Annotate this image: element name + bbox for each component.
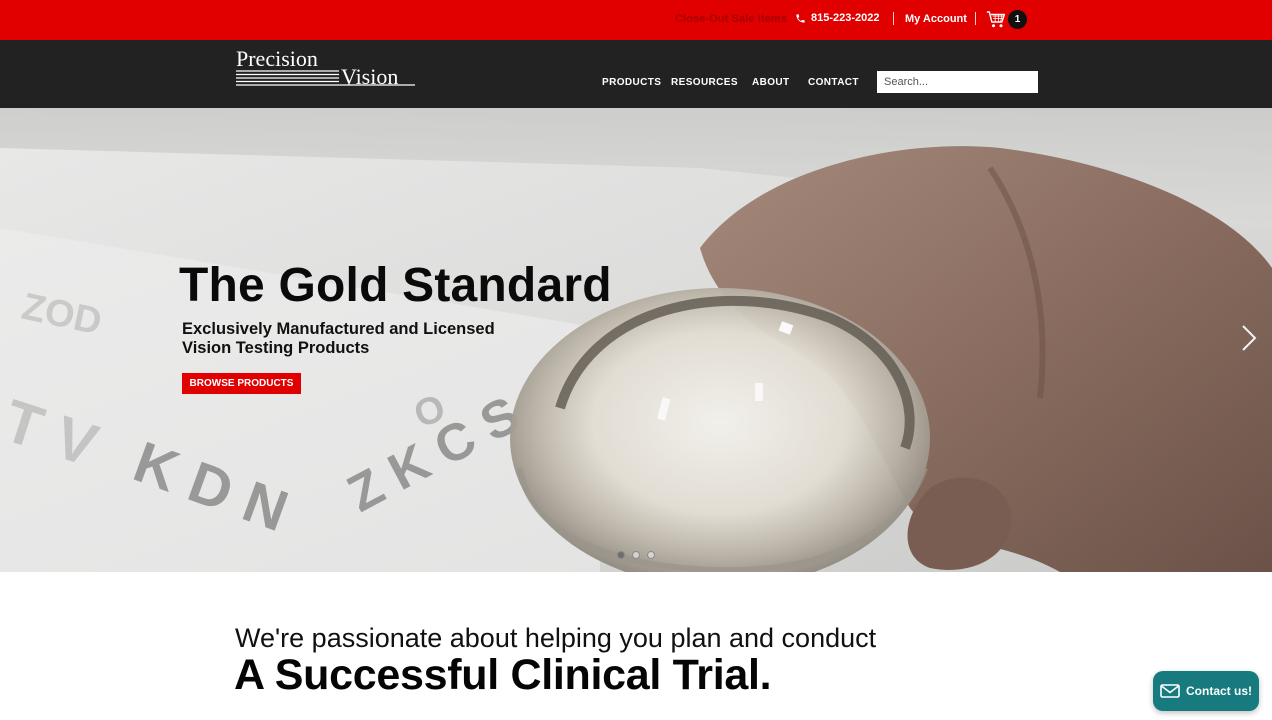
intro-headline: A Successful Clinical Trial. bbox=[234, 651, 772, 699]
nav-products[interactable]: PRODUCTS bbox=[602, 77, 661, 88]
nav-contact[interactable]: CONTACT bbox=[808, 77, 859, 88]
carousel-dot-1[interactable] bbox=[617, 551, 625, 559]
phone-number: 815-223-2022 bbox=[811, 12, 880, 24]
nav-about[interactable]: ABOUT bbox=[752, 77, 790, 88]
hero-title: The Gold Standard bbox=[179, 259, 612, 312]
phone-icon bbox=[796, 13, 805, 23]
hero-subtitle-line-1: Exclusively Manufactured and Licensed bbox=[182, 320, 495, 338]
chevron-right-icon[interactable] bbox=[1240, 324, 1258, 352]
svg-text:Precision: Precision bbox=[236, 47, 318, 71]
hero-subtitle: Exclusively Manufactured and Licensed Vi… bbox=[182, 320, 522, 358]
envelope-icon bbox=[1160, 684, 1180, 698]
phone-link[interactable]: 815-223-2022 bbox=[795, 12, 880, 24]
browse-products-button[interactable]: BROWSE PRODUCTS bbox=[182, 373, 301, 394]
hero-carousel: ZOD T V K D N Z K C S O The Gold Standar… bbox=[0, 108, 1272, 572]
hero-subtitle-line-2: Vision Testing Products bbox=[182, 339, 370, 357]
close-out-sale-link[interactable]: Close-Out Sale Items bbox=[675, 13, 787, 25]
my-account-link[interactable]: My Account bbox=[905, 13, 967, 25]
main-navigation: Precision Vision PRODUCTS RESOURCES ABOU… bbox=[0, 40, 1272, 108]
search-input[interactable] bbox=[877, 71, 1038, 93]
carousel-dots bbox=[617, 551, 655, 559]
divider bbox=[975, 12, 976, 25]
carousel-dot-3[interactable] bbox=[647, 551, 655, 559]
contact-us-button[interactable]: Contact us! bbox=[1153, 671, 1259, 711]
utility-bar: Close-Out Sale Items 815-223-2022 My Acc… bbox=[0, 0, 1272, 40]
cart-icon[interactable] bbox=[986, 10, 1006, 29]
intro-tagline: We're passionate about helping you plan … bbox=[235, 623, 877, 653]
carousel-dot-2[interactable] bbox=[632, 551, 640, 559]
precision-vision-logo[interactable]: Precision Vision bbox=[235, 47, 417, 89]
divider bbox=[893, 12, 894, 25]
nav-resources[interactable]: RESOURCES bbox=[671, 77, 738, 88]
contact-us-label: Contact us! bbox=[1186, 684, 1252, 698]
cart-count-badge: 1 bbox=[1008, 10, 1027, 29]
